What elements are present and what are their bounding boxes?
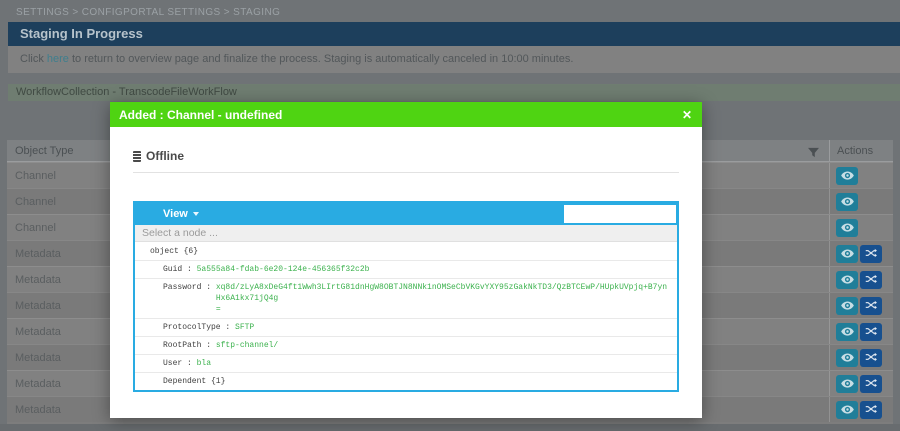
tree-node-separator: :	[201, 340, 215, 351]
filter-icon[interactable]	[808, 145, 819, 163]
database-icon	[133, 151, 141, 162]
view-button[interactable]	[836, 401, 858, 419]
eye-icon	[841, 298, 854, 313]
close-icon[interactable]: ✕	[682, 109, 692, 121]
tree-node-key: Password	[163, 282, 201, 293]
tree-node: Password : xq8d/zLyA8xDeG4ft1Wwh3LIrtG81…	[135, 278, 677, 318]
tree-node-separator: :	[182, 358, 196, 369]
eye-icon	[841, 194, 854, 209]
view-button[interactable]	[836, 297, 858, 315]
tree-node-expandable[interactable]: Dependent {1}	[135, 372, 677, 390]
tree-node: User : bla	[135, 354, 677, 372]
tree-node-separator: :	[221, 322, 235, 333]
json-tree-panel: View Select a node ... object {6} Guid :…	[133, 201, 679, 392]
actions-cell	[829, 215, 893, 240]
staging-banner-title: Staging In Progress	[20, 26, 143, 41]
select-node-dropdown[interactable]: Select a node ...	[135, 225, 677, 242]
stage-swap-button[interactable]	[860, 401, 882, 419]
offline-status: Offline	[133, 149, 679, 163]
stage-swap-button[interactable]	[860, 245, 882, 263]
actions-cell	[829, 371, 893, 396]
workflow-collection-label: WorkflowCollection - TranscodeFileWorkFl…	[16, 86, 237, 98]
stage-swap-button[interactable]	[860, 297, 882, 315]
eye-icon	[841, 324, 854, 339]
actions-cell	[829, 241, 893, 266]
view-button[interactable]	[836, 167, 858, 185]
actions-cell	[829, 397, 893, 422]
column-header-actions: Actions	[829, 140, 893, 161]
eye-icon	[841, 376, 854, 391]
eye-icon	[841, 246, 854, 261]
shuffle-icon	[865, 376, 877, 391]
tree-node-separator: :	[201, 282, 215, 293]
eye-icon	[841, 220, 854, 235]
view-button[interactable]	[836, 193, 858, 211]
tree-node-key: User	[163, 358, 182, 369]
tree-node-key: ProtocolType	[163, 322, 221, 333]
view-button[interactable]	[836, 323, 858, 341]
notice-text-post: to return to overview page and finalize …	[69, 53, 573, 65]
tree-node-value: sftp-channel/	[216, 340, 278, 351]
json-tree: object {6} Guid : 5a555a84-fdab-6e20-124…	[135, 242, 677, 390]
breadcrumb: SETTINGS > CONFIGPORTAL SETTINGS > STAGI…	[0, 4, 900, 22]
tree-root-node[interactable]: object {6}	[135, 242, 677, 260]
tree-node-key: Guid	[163, 264, 182, 275]
tree-node: ProtocolType : SFTP	[135, 318, 677, 336]
eye-icon	[841, 402, 854, 417]
tree-node-key: RootPath	[163, 340, 201, 351]
view-menu-label: View	[163, 208, 188, 220]
tree-node-value: 5a555a84-fdab-6e20-124e-456365f32c2b	[197, 264, 370, 275]
tree-node: Guid : 5a555a84-fdab-6e20-124e-456365f32…	[135, 260, 677, 278]
actions-cell	[829, 293, 893, 318]
view-button[interactable]	[836, 219, 858, 237]
page-bottom-strip	[0, 424, 900, 431]
shuffle-icon	[865, 272, 877, 287]
view-button[interactable]	[836, 271, 858, 289]
staging-notice: Click here to return to overview page an…	[8, 46, 900, 73]
select-node-placeholder: Select a node ...	[142, 227, 218, 239]
eye-icon	[841, 168, 854, 183]
modal-title: Added : Channel - undefined	[119, 108, 682, 122]
eye-icon	[841, 272, 854, 287]
tree-node-separator: :	[182, 264, 196, 275]
tree-node-value: SFTP	[235, 322, 254, 333]
node-search-input[interactable]	[564, 205, 676, 223]
actions-cell	[829, 163, 893, 188]
here-link[interactable]: here	[47, 53, 69, 65]
actions-cell	[829, 189, 893, 214]
view-menu-button[interactable]: View	[163, 203, 199, 225]
offline-label: Offline	[146, 149, 184, 163]
tree-toolbar: View	[135, 203, 677, 225]
divider	[133, 172, 679, 173]
modal-body: Offline View Select a node ... object {6…	[110, 149, 702, 392]
eye-icon	[841, 350, 854, 365]
view-button[interactable]	[836, 375, 858, 393]
actions-cell	[829, 319, 893, 344]
workflow-collection-bar[interactable]: WorkflowCollection - TranscodeFileWorkFl…	[8, 84, 900, 101]
tree-node-key: Dependent {1}	[163, 376, 225, 387]
shuffle-icon	[865, 246, 877, 261]
shuffle-icon	[865, 402, 877, 417]
tree-node-value: bla	[197, 358, 211, 369]
stage-swap-button[interactable]	[860, 271, 882, 289]
shuffle-icon	[865, 350, 877, 365]
staging-banner: Staging In Progress	[8, 22, 900, 46]
tree-node-value-wrap: =	[216, 304, 669, 315]
shuffle-icon	[865, 298, 877, 313]
actions-cell	[829, 267, 893, 292]
stage-swap-button[interactable]	[860, 349, 882, 367]
chevron-down-icon	[193, 212, 199, 216]
modal-header: Added : Channel - undefined ✕	[110, 102, 702, 127]
stage-swap-button[interactable]	[860, 375, 882, 393]
tree-node: RootPath : sftp-channel/	[135, 336, 677, 354]
stage-swap-button[interactable]	[860, 323, 882, 341]
added-channel-modal: Added : Channel - undefined ✕ Offline Vi…	[110, 102, 702, 418]
notice-text-pre: Click	[20, 53, 47, 65]
view-button[interactable]	[836, 349, 858, 367]
tree-node-value: xq8d/zLyA8xDeG4ft1Wwh3LIrtG81dnHgW8OBTJN…	[216, 282, 669, 315]
shuffle-icon	[865, 324, 877, 339]
actions-cell	[829, 345, 893, 370]
view-button[interactable]	[836, 245, 858, 263]
